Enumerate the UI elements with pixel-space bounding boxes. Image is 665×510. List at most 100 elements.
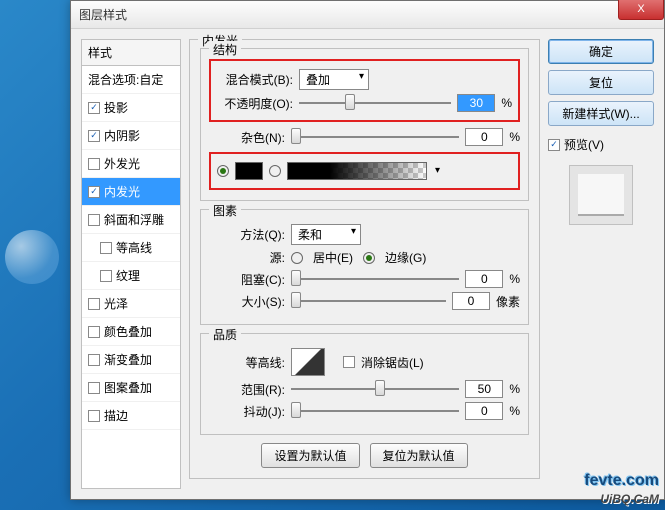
noise-label: 杂色(N):	[209, 129, 285, 146]
gradient-picker[interactable]	[287, 162, 427, 180]
checkbox[interactable]	[88, 158, 100, 170]
style-satin[interactable]: 光泽	[82, 290, 180, 318]
ok-button[interactable]: 确定	[548, 39, 654, 64]
style-inner-shadow[interactable]: 内阴影	[82, 122, 180, 150]
range-slider[interactable]	[291, 380, 459, 398]
checkbox[interactable]	[88, 298, 100, 310]
main-panel: 内发光 结构 混合模式(B): 叠加 不透明度(O): 30 %	[189, 39, 540, 489]
choke-input[interactable]: 0	[465, 270, 503, 288]
checkbox[interactable]	[88, 382, 100, 394]
size-label: 大小(S):	[209, 293, 285, 310]
noise-unit: %	[509, 130, 520, 144]
styles-header[interactable]: 样式	[82, 40, 180, 66]
style-label: 内阴影	[104, 127, 140, 144]
antialias-checkbox[interactable]	[343, 356, 355, 368]
blend-mode-label: 混合模式(B):	[217, 71, 293, 88]
contour-label: 等高线:	[209, 354, 285, 371]
style-label: 纹理	[116, 267, 140, 284]
opacity-label: 不透明度(O):	[217, 95, 293, 112]
color-radio[interactable]	[217, 165, 229, 177]
cancel-button[interactable]: 复位	[548, 70, 654, 95]
reset-default-button[interactable]: 复位为默认值	[370, 443, 468, 468]
opacity-input[interactable]: 30	[457, 94, 495, 112]
style-color-overlay[interactable]: 颜色叠加	[82, 318, 180, 346]
bg-bubble	[5, 230, 59, 284]
style-label: 描边	[104, 407, 128, 424]
checkbox[interactable]	[88, 326, 100, 338]
elements-group: 图素 方法(Q): 柔和 源: 居中(E) 边缘(G) 阻塞(C):	[200, 209, 529, 325]
noise-slider[interactable]	[291, 128, 459, 146]
size-input[interactable]: 0	[452, 292, 490, 310]
style-pattern-overlay[interactable]: 图案叠加	[82, 374, 180, 402]
checkbox[interactable]	[88, 130, 100, 142]
range-input[interactable]: 50	[465, 380, 503, 398]
source-center-label: 居中(E)	[313, 249, 353, 266]
jitter-label: 抖动(J):	[209, 403, 285, 420]
style-stroke[interactable]: 描边	[82, 402, 180, 430]
styles-list-panel: 样式 混合选项:自定 投影 内阴影 外发光 内发光 斜面和浮雕 等高线 纹理 光…	[81, 39, 181, 489]
color-swatch[interactable]	[235, 162, 263, 180]
checkbox[interactable]	[88, 102, 100, 114]
style-bevel-emboss[interactable]: 斜面和浮雕	[82, 206, 180, 234]
preview-label: 预览(V)	[564, 136, 604, 153]
jitter-unit: %	[509, 404, 520, 418]
range-label: 范围(R):	[209, 381, 285, 398]
size-unit: 像素	[496, 293, 520, 310]
titlebar[interactable]: 图层样式 X	[71, 1, 664, 29]
preview-swatch	[569, 165, 633, 225]
style-outer-glow[interactable]: 外发光	[82, 150, 180, 178]
inner-glow-fieldset: 内发光 结构 混合模式(B): 叠加 不透明度(O): 30 %	[189, 39, 540, 479]
layer-style-dialog: 图层样式 X 样式 混合选项:自定 投影 内阴影 外发光 内发光 斜面和浮雕 等…	[70, 0, 665, 500]
dialog-content: 样式 混合选项:自定 投影 内阴影 外发光 内发光 斜面和浮雕 等高线 纹理 光…	[71, 29, 664, 499]
checkbox[interactable]	[88, 410, 100, 422]
style-inner-glow[interactable]: 内发光	[82, 178, 180, 206]
size-slider[interactable]	[291, 292, 446, 310]
preview-checkbox[interactable]	[548, 139, 560, 151]
blend-mode-dropdown[interactable]: 叠加	[299, 69, 369, 90]
checkbox[interactable]	[88, 354, 100, 366]
style-label: 颜色叠加	[104, 323, 152, 340]
preview-checkbox-row: 预览(V)	[548, 136, 654, 153]
style-drop-shadow[interactable]: 投影	[82, 94, 180, 122]
source-edge-radio[interactable]	[363, 252, 375, 264]
checkbox[interactable]	[88, 186, 100, 198]
style-label: 光泽	[104, 295, 128, 312]
style-label: 混合选项:自定	[88, 71, 163, 88]
choke-slider[interactable]	[291, 270, 459, 288]
style-texture[interactable]: 纹理	[82, 262, 180, 290]
contour-picker[interactable]	[291, 348, 325, 376]
style-blending-options[interactable]: 混合选项:自定	[82, 66, 180, 94]
checkbox[interactable]	[88, 214, 100, 226]
technique-label: 方法(Q):	[209, 226, 285, 243]
checkbox[interactable]	[100, 270, 112, 282]
style-label: 渐变叠加	[104, 351, 152, 368]
style-label: 图案叠加	[104, 379, 152, 396]
close-button[interactable]: X	[618, 0, 664, 20]
source-radio-group: 居中(E) 边缘(G)	[291, 249, 426, 266]
source-edge-label: 边缘(G)	[385, 249, 426, 266]
range-unit: %	[509, 382, 520, 396]
opacity-slider[interactable]	[299, 94, 451, 112]
technique-dropdown[interactable]: 柔和	[291, 224, 361, 245]
jitter-slider[interactable]	[291, 402, 459, 420]
default-buttons: 设置为默认值 复位为默认值	[200, 443, 529, 468]
structure-legend: 结构	[209, 41, 241, 58]
source-center-radio[interactable]	[291, 252, 303, 264]
highlight-box-1: 混合模式(B): 叠加 不透明度(O): 30 %	[209, 59, 520, 122]
style-label: 斜面和浮雕	[104, 211, 164, 228]
style-label: 等高线	[116, 239, 152, 256]
gradient-radio[interactable]	[269, 165, 281, 177]
new-style-button[interactable]: 新建样式(W)...	[548, 101, 654, 126]
right-panel: 确定 复位 新建样式(W)... 预览(V)	[548, 39, 654, 489]
noise-input[interactable]: 0	[465, 128, 503, 146]
antialias-label: 消除锯齿(L)	[361, 354, 424, 371]
quality-legend: 品质	[209, 326, 241, 343]
dialog-title: 图层样式	[79, 6, 127, 23]
checkbox[interactable]	[100, 242, 112, 254]
style-gradient-overlay[interactable]: 渐变叠加	[82, 346, 180, 374]
make-default-button[interactable]: 设置为默认值	[261, 443, 359, 468]
jitter-input[interactable]: 0	[465, 402, 503, 420]
style-contour[interactable]: 等高线	[82, 234, 180, 262]
opacity-unit: %	[501, 96, 512, 110]
choke-unit: %	[509, 272, 520, 286]
